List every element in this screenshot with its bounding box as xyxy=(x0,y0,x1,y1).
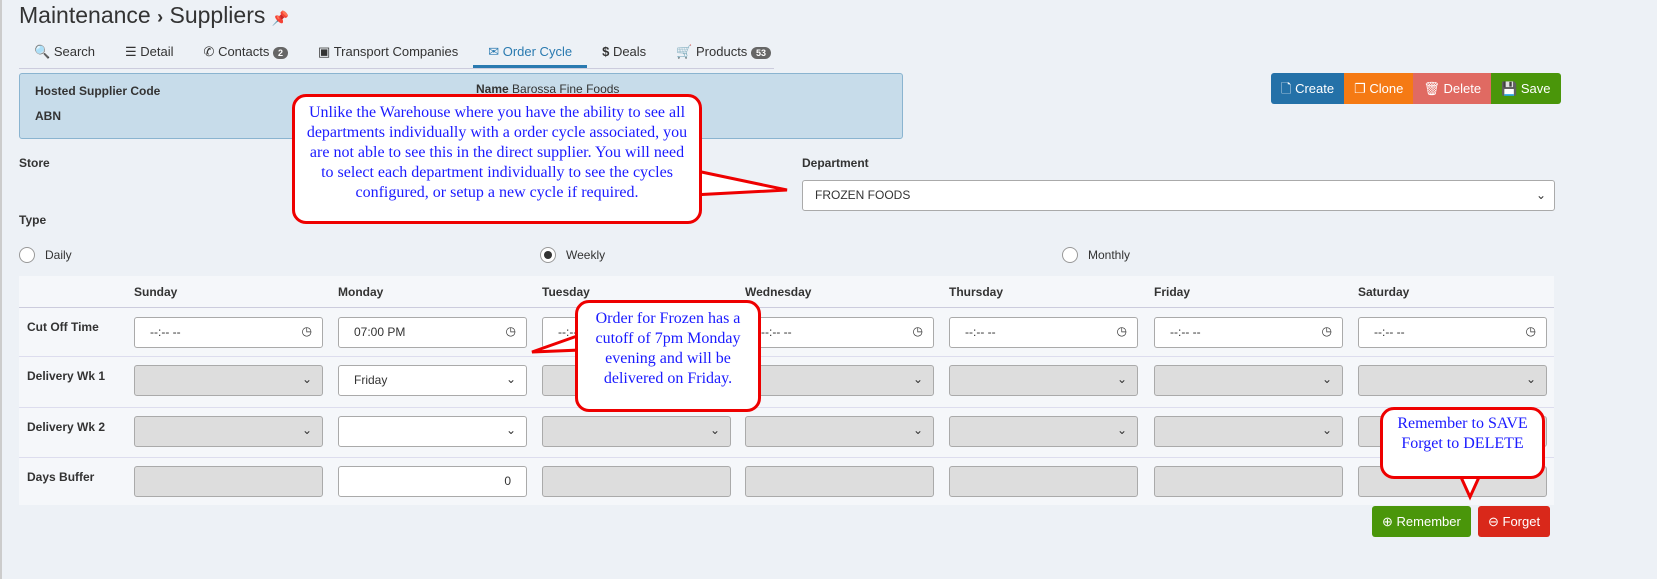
day-header-tuesday: Tuesday xyxy=(542,285,590,299)
tab-transport[interactable]: ▣ Transport Companies xyxy=(303,38,473,68)
order-cycle-grid: Sunday Monday Tuesday Wednesday Thursday Frid… xyxy=(19,276,1554,505)
clock-icon[interactable]: ◷ xyxy=(506,324,516,338)
delivery-wk2-select-thursday: ⌄ xyxy=(949,416,1138,447)
day-header-wednesday: Wednesday xyxy=(745,285,812,299)
abn-label: ABN xyxy=(35,109,61,123)
days-buffer-input-wednesday xyxy=(745,466,934,497)
buffer-label: Days Buffer xyxy=(27,470,95,484)
days-buffer-input-thursday xyxy=(949,466,1138,497)
delivery-wk1-select-thursday: ⌄ xyxy=(949,365,1138,396)
create-button[interactable]: 🗋 Create xyxy=(1271,73,1345,104)
day-header-thursday: Thursday xyxy=(949,285,1004,299)
chevron-down-icon: ⌄ xyxy=(1535,188,1546,202)
clock-icon[interactable]: ◷ xyxy=(302,324,312,338)
delivery-wk2-select-tuesday: ⌄ xyxy=(542,416,731,447)
type-label: Type xyxy=(19,213,47,227)
chevron-icon: › xyxy=(157,7,164,27)
cutoff-time-input-thursday[interactable]: --:-- -- ◷ xyxy=(949,317,1138,348)
department-select[interactable]: FROZEN FOODS ⌄ xyxy=(802,180,1555,211)
code-label: Hosted Supplier Code xyxy=(35,84,161,98)
delivery-wk1-select-wednesday: ⌄ xyxy=(745,365,934,396)
callout-save: Remember to SAVE Forget to DELETE xyxy=(1380,407,1545,479)
pin-icon[interactable]: 📌 xyxy=(272,10,289,26)
store-label: Store xyxy=(19,156,50,170)
delivery-wk1-select-saturday: ⌄ xyxy=(1358,365,1547,396)
radio-monthly[interactable]: Monthly xyxy=(1062,247,1130,263)
chevron-down-icon: ⌄ xyxy=(1321,423,1332,437)
chevron-down-icon: ⌄ xyxy=(1116,372,1127,386)
cutoff-label: Cut Off Time xyxy=(27,320,99,334)
save-button[interactable]: 💾 Save xyxy=(1491,73,1561,104)
cutoff-time-input-sunday[interactable]: --:-- -- ◷ xyxy=(134,317,323,348)
wk2-label: Delivery Wk 2 xyxy=(27,420,106,434)
clock-icon[interactable]: ◷ xyxy=(1322,324,1332,338)
tab-order-cycle[interactable]: ✉ Order Cycle xyxy=(473,38,588,68)
chevron-down-icon: ⌄ xyxy=(505,423,516,437)
days-buffer-input-sunday xyxy=(134,466,323,497)
breadcrumb-parent[interactable]: Maintenance xyxy=(19,2,151,28)
day-header-saturday: Saturday xyxy=(1358,285,1410,299)
delete-button[interactable]: 🗑 Delete xyxy=(1413,73,1492,104)
delivery-wk2-select-friday: ⌄ xyxy=(1154,416,1343,447)
callout-cutoff: Order for Frozen has a cutoff of 7pm Mon… xyxy=(575,300,761,412)
chevron-down-icon: ⌄ xyxy=(912,423,923,437)
chevron-down-icon: ⌄ xyxy=(1321,372,1332,386)
clock-icon[interactable]: ◷ xyxy=(1117,324,1127,338)
clock-icon[interactable]: ◷ xyxy=(1526,324,1536,338)
wk1-label: Delivery Wk 1 xyxy=(27,369,106,383)
radio-daily[interactable]: Daily xyxy=(19,247,72,263)
action-buttons: 🗋 Create ❐ Clone 🗑 Delete 💾 Save xyxy=(1271,73,1561,104)
contacts-badge: 2 xyxy=(273,47,289,59)
chevron-down-icon: ⌄ xyxy=(709,423,720,437)
remember-button[interactable]: ⊕ Remember xyxy=(1372,506,1471,537)
cutoff-time-input-saturday[interactable]: --:-- -- ◷ xyxy=(1358,317,1547,348)
chevron-down-icon: ⌄ xyxy=(1116,423,1127,437)
tab-contacts[interactable]: ✆ Contacts 2 xyxy=(189,38,303,68)
tab-products[interactable]: 🛒 Products 53 xyxy=(661,38,786,68)
department-label: Department xyxy=(802,156,869,170)
tab-bar: 🔍 Search ☰ Detail ✆ Contacts 2 ▣ Transpo… xyxy=(19,38,774,69)
day-header-monday: Monday xyxy=(338,285,384,299)
delivery-wk1-select-friday: ⌄ xyxy=(1154,365,1343,396)
callout-department: Unlike the Warehouse where you have the … xyxy=(292,94,702,224)
days-buffer-input-monday[interactable]: 0 xyxy=(338,466,527,497)
tab-deals[interactable]: $ Deals xyxy=(587,38,661,68)
delivery-wk1-select-sunday: ⌄ xyxy=(134,365,323,396)
chevron-down-icon: ⌄ xyxy=(912,372,923,386)
day-header-friday: Friday xyxy=(1154,285,1191,299)
cutoff-time-input-wednesday[interactable]: --:-- -- ◷ xyxy=(745,317,934,348)
tab-detail[interactable]: ☰ Detail xyxy=(110,38,189,68)
delivery-wk2-select-monday[interactable]: ⌄ xyxy=(338,416,527,447)
delivery-wk2-select-sunday: ⌄ xyxy=(134,416,323,447)
chevron-down-icon: ⌄ xyxy=(1525,372,1536,386)
radio-weekly[interactable]: Weekly xyxy=(540,247,605,263)
products-badge: 53 xyxy=(750,47,771,59)
chevron-down-icon: ⌄ xyxy=(301,423,312,437)
clock-icon[interactable]: ◷ xyxy=(913,324,923,338)
cutoff-time-input-friday[interactable]: --:-- -- ◷ xyxy=(1154,317,1343,348)
days-buffer-input-friday xyxy=(1154,466,1343,497)
clone-button[interactable]: ❐ Clone xyxy=(1344,73,1414,104)
cutoff-time-input-monday[interactable]: 07:00 PM ◷ xyxy=(338,317,527,348)
days-buffer-input-tuesday xyxy=(542,466,731,497)
forget-button[interactable]: ⊖ Forget xyxy=(1478,506,1551,537)
page-title: Suppliers xyxy=(169,2,266,28)
breadcrumb: Maintenance › Suppliers 📌 xyxy=(19,2,289,29)
chevron-down-icon: ⌄ xyxy=(505,372,516,386)
tab-search[interactable]: 🔍 Search xyxy=(19,38,110,68)
day-header-sunday: Sunday xyxy=(134,285,178,299)
delivery-wk1-select-monday[interactable]: Friday ⌄ xyxy=(338,365,527,396)
chevron-down-icon: ⌄ xyxy=(301,372,312,386)
delivery-wk2-select-wednesday: ⌄ xyxy=(745,416,934,447)
